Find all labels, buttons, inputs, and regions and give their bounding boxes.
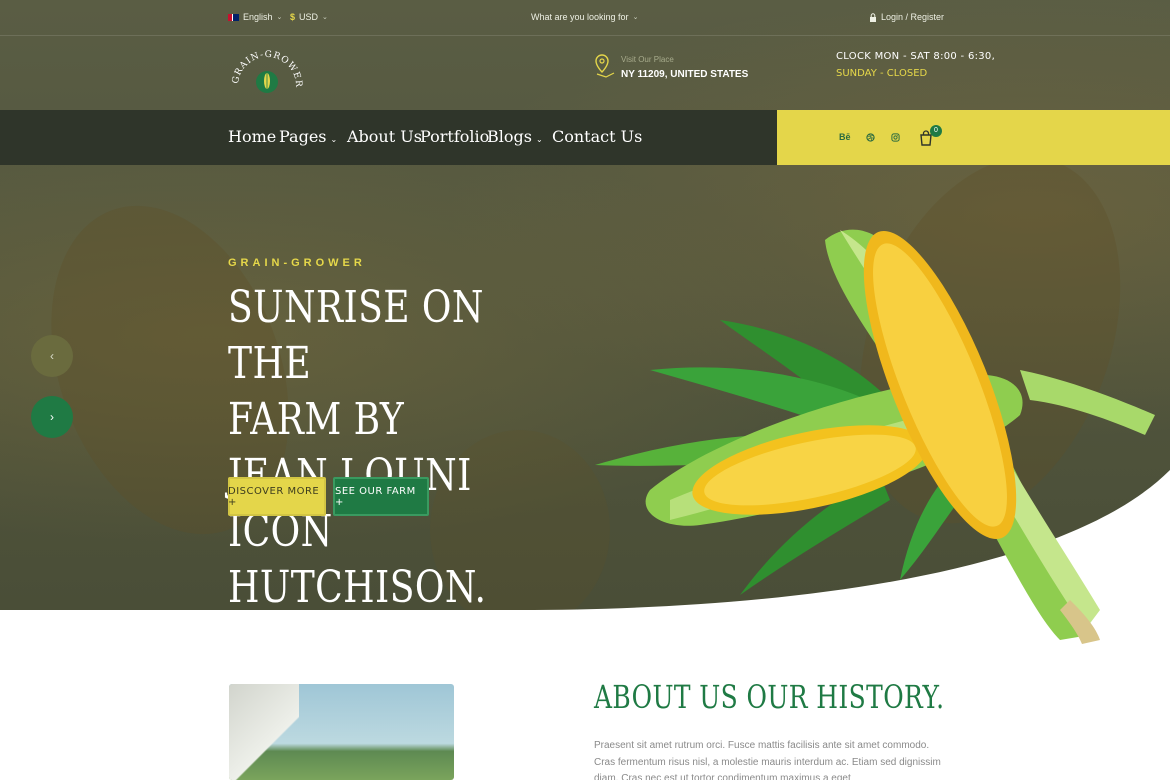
nav-contact[interactable]: Contact Us	[552, 127, 642, 146]
grain-grower-logo[interactable]: GRAIN-GROWER	[228, 46, 306, 98]
hero-title-line: SUNRISE ON THE	[228, 282, 484, 389]
login-register-link[interactable]: Login / Register	[869, 12, 944, 22]
currency-select[interactable]: $ USD ⌄	[290, 12, 328, 22]
about-farm-image	[229, 684, 454, 780]
nav-blogs[interactable]: Blogs ⌄	[487, 127, 543, 146]
nav-home[interactable]: Home	[228, 127, 276, 146]
nav-about[interactable]: About Us	[347, 127, 422, 146]
nav-portfolio[interactable]: Portfolio	[420, 127, 489, 146]
about-description: Praesent sit amet rutrum orci. Fusce mat…	[594, 740, 941, 780]
opening-hours: CLOCK MON - SAT 8:00 - 6:30, SUNDAY - CL…	[836, 51, 995, 79]
behance-icon[interactable]: Bē	[839, 132, 851, 142]
hours-sunday: SUNDAY - CLOSED	[836, 68, 928, 79]
nav-home-label: Home	[228, 127, 277, 146]
top-bar: English ⌄ $ USD ⌄ What are you looking f…	[0, 0, 1170, 36]
chevron-down-icon: ⌄	[276, 14, 283, 21]
dribbble-icon[interactable]	[866, 133, 875, 142]
search-dropdown[interactable]: What are you looking for ⌄	[531, 12, 638, 22]
nav-pages-label: Pages	[279, 127, 327, 146]
airplane-wing-graphic	[229, 684, 299, 780]
chevron-down-icon: ⌄	[330, 135, 338, 144]
hero-kicker: GRAIN-GROWER	[228, 257, 366, 269]
login-label: Login / Register	[881, 12, 945, 22]
lock-icon	[870, 12, 876, 22]
chevron-down-icon: ⌄	[535, 135, 543, 144]
instagram-icon[interactable]	[891, 133, 900, 142]
nav-blogs-label: Blogs	[487, 127, 532, 146]
chevron-right-icon: ›	[50, 410, 54, 424]
about-title: ABOUT US OUR HISTORY.	[594, 678, 945, 716]
chevron-down-icon: ⌄	[322, 14, 328, 21]
hours-weekday: CLOCK MON - SAT 8:00 - 6:30,	[836, 51, 996, 62]
nav-pages[interactable]: Pages ⌄	[279, 127, 337, 146]
slider-prev-button[interactable]: ‹	[31, 335, 73, 377]
chevron-down-icon: ⌄	[632, 14, 639, 21]
uk-flag-icon	[228, 13, 239, 21]
nav-about-label: About Us	[347, 127, 422, 146]
visit-address: NY 11209, UNITED STATES	[621, 69, 749, 80]
language-select[interactable]: English ⌄	[228, 12, 282, 22]
nav-portfolio-label: Portfolio	[420, 127, 490, 146]
slider-next-button[interactable]: ›	[31, 396, 73, 438]
currency-label: USD	[299, 12, 319, 22]
nav-contact-label: Contact Us	[552, 127, 643, 146]
dollar-icon: $	[290, 12, 296, 22]
visit-label: Visit Our Place	[621, 55, 674, 64]
map-pin-icon	[595, 54, 615, 78]
cart-count-badge: 0	[930, 125, 942, 137]
visit-location: Visit Our Place NY 11209, UNITED STATES	[594, 54, 748, 83]
search-prompt: What are you looking for	[531, 12, 629, 22]
corn-cob-illustration	[595, 229, 1155, 644]
page: English ⌄ $ USD ⌄ What are you looking f…	[0, 0, 1170, 780]
nav-social-panel	[777, 110, 1170, 165]
chevron-left-icon: ‹	[50, 349, 54, 363]
language-label: English	[243, 12, 273, 22]
